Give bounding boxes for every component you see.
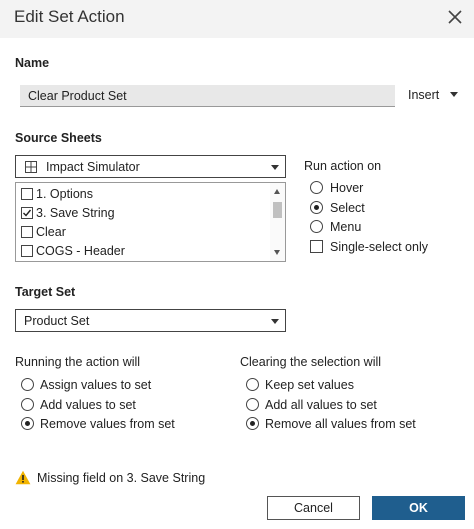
close-icon[interactable] [444, 6, 466, 28]
target-set-dropdown[interactable]: Product Set [15, 309, 286, 332]
dialog-titlebar: Edit Set Action [0, 0, 474, 38]
keep-values-label[interactable]: Keep set values [265, 378, 354, 392]
run-hover-label[interactable]: Hover [330, 181, 363, 195]
sheet-checkbox[interactable] [21, 226, 33, 238]
target-set-value: Product Set [24, 314, 90, 328]
list-item[interactable]: Clear [21, 223, 66, 241]
add-values-label[interactable]: Add values to set [40, 398, 136, 412]
add-all-values-label[interactable]: Add all values to set [265, 398, 377, 412]
sheet-checkbox[interactable] [21, 188, 33, 200]
remove-all-values-radio[interactable] [246, 417, 259, 430]
remove-values-radio[interactable] [21, 417, 34, 430]
chevron-down-icon [271, 319, 279, 324]
sheet-label: COGS - Header [36, 244, 125, 258]
source-dropdown[interactable]: Impact Simulator [15, 155, 286, 178]
running-label: Running the action will [15, 355, 141, 369]
source-sheets-list[interactable]: 1. Options 3. Save String Clear COGS - H… [15, 182, 286, 262]
remove-values-label[interactable]: Remove values from set [40, 417, 175, 431]
insert-menu[interactable]: Insert [408, 88, 439, 102]
grid-icon [25, 161, 37, 173]
sheet-label: 3. Save String [36, 206, 115, 220]
remove-all-values-label[interactable]: Remove all values from set [265, 417, 416, 431]
scroll-thumb[interactable] [273, 202, 282, 218]
name-label: Name [15, 56, 50, 70]
sheet-label: 1. Options [36, 187, 93, 201]
list-item[interactable]: 3. Save String [21, 204, 115, 222]
assign-values-radio[interactable] [21, 378, 34, 391]
cancel-button[interactable]: Cancel [267, 496, 360, 520]
warning-text: Missing field on 3. Save String [37, 471, 206, 485]
scroll-up-icon[interactable] [274, 189, 280, 194]
list-item[interactable]: 1. Options [21, 185, 93, 203]
add-values-radio[interactable] [21, 398, 34, 411]
keep-values-radio[interactable] [246, 378, 259, 391]
chevron-down-icon [271, 165, 279, 170]
clearing-label: Clearing the selection will [240, 355, 382, 369]
sheet-label: Clear [36, 225, 66, 239]
name-input[interactable] [20, 85, 395, 107]
add-all-values-radio[interactable] [246, 398, 259, 411]
assign-values-label[interactable]: Assign values to set [40, 378, 151, 392]
sheet-checkbox[interactable] [21, 245, 33, 257]
dialog-title: Edit Set Action [14, 7, 125, 26]
checkmark-icon [23, 209, 32, 217]
run-select-radio[interactable] [310, 201, 323, 214]
list-scrollbar[interactable] [270, 183, 285, 261]
single-select-label[interactable]: Single-select only [330, 240, 428, 254]
run-menu-radio[interactable] [310, 220, 323, 233]
ok-button[interactable]: OK [372, 496, 465, 520]
insert-caret-icon[interactable] [450, 92, 458, 97]
run-select-label[interactable]: Select [330, 201, 365, 215]
list-item[interactable]: COGS - Header [21, 242, 125, 260]
run-hover-radio[interactable] [310, 181, 323, 194]
target-set-label: Target Set [15, 285, 76, 299]
run-action-label: Run action on [304, 159, 382, 173]
single-select-checkbox[interactable] [310, 240, 323, 253]
sheet-checkbox[interactable] [21, 207, 33, 219]
run-menu-label[interactable]: Menu [330, 220, 361, 234]
scroll-down-icon[interactable] [274, 250, 280, 255]
source-sheets-label: Source Sheets [15, 131, 102, 145]
source-dropdown-value: Impact Simulator [46, 160, 140, 174]
warning-icon [15, 470, 31, 485]
